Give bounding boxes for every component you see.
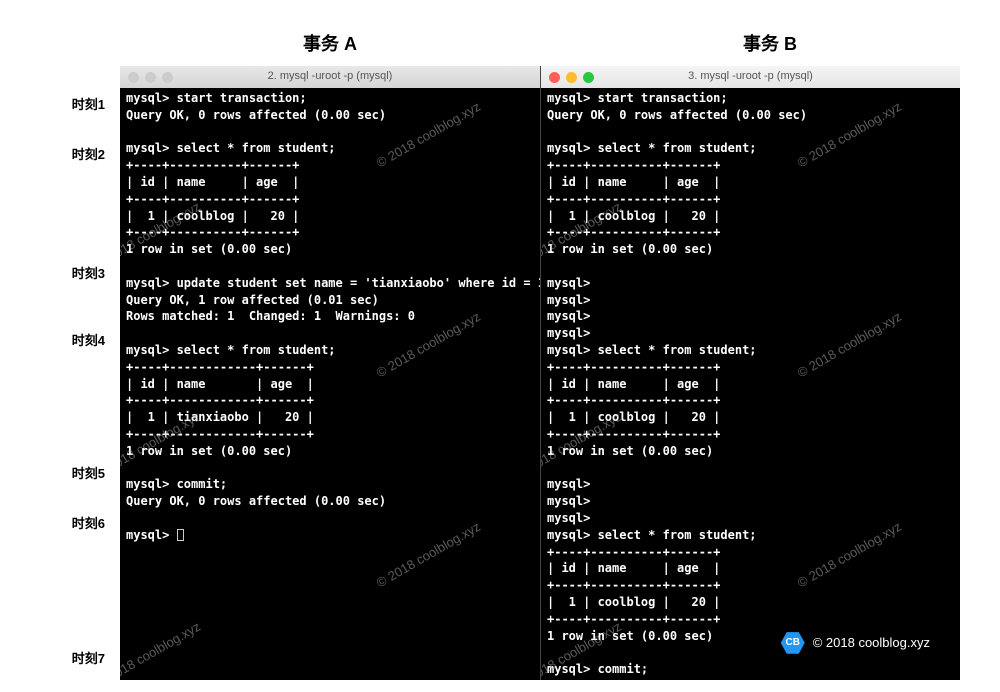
terminal-b-titlebar: 3. mysql -uroot -p (mysql) (541, 66, 960, 88)
traffic-lights-a (128, 72, 173, 83)
traffic-lights-b (549, 72, 594, 83)
header-transaction-b: 事务 B (540, 30, 1000, 56)
time-labels-column: 时刻1 时刻2 时刻3 时刻4 时刻5 时刻6 时刻7 (0, 66, 120, 680)
close-icon[interactable] (549, 72, 560, 83)
logo-icon: CB (781, 631, 805, 655)
terminal-a: 2. mysql -uroot -p (mysql) mysql> start … (120, 66, 540, 680)
time-label-2: 时刻2 (72, 144, 105, 163)
time-label-1: 时刻1 (72, 94, 105, 113)
minimize-icon[interactable] (145, 72, 156, 83)
time-label-3: 时刻3 (72, 263, 105, 282)
attribution-badge: CB © 2018 coolblog.xyz (781, 631, 930, 655)
terminal-b: 3. mysql -uroot -p (mysql) mysql> start … (540, 66, 960, 680)
minimize-icon[interactable] (566, 72, 577, 83)
terminal-b-body[interactable]: mysql> start transaction; Query OK, 0 ro… (541, 88, 960, 680)
time-label-4: 时刻4 (72, 330, 105, 349)
time-label-7: 时刻7 (72, 648, 105, 667)
maximize-icon[interactable] (162, 72, 173, 83)
attribution-text: © 2018 coolblog.xyz (813, 634, 930, 652)
time-label-5: 时刻5 (72, 463, 105, 482)
cursor-icon (177, 529, 184, 541)
terminal-a-titlebar: 2. mysql -uroot -p (mysql) (120, 66, 540, 88)
header-transaction-a: 事务 A (0, 30, 540, 56)
time-label-6: 时刻6 (72, 513, 105, 532)
close-icon[interactable] (128, 72, 139, 83)
maximize-icon[interactable] (583, 72, 594, 83)
terminal-b-title: 3. mysql -uroot -p (mysql) (549, 69, 952, 84)
terminal-a-body[interactable]: mysql> start transaction; Query OK, 0 ro… (120, 88, 540, 546)
terminal-a-title: 2. mysql -uroot -p (mysql) (128, 69, 532, 84)
watermark: © 2018 coolblog.xyz (120, 618, 204, 680)
